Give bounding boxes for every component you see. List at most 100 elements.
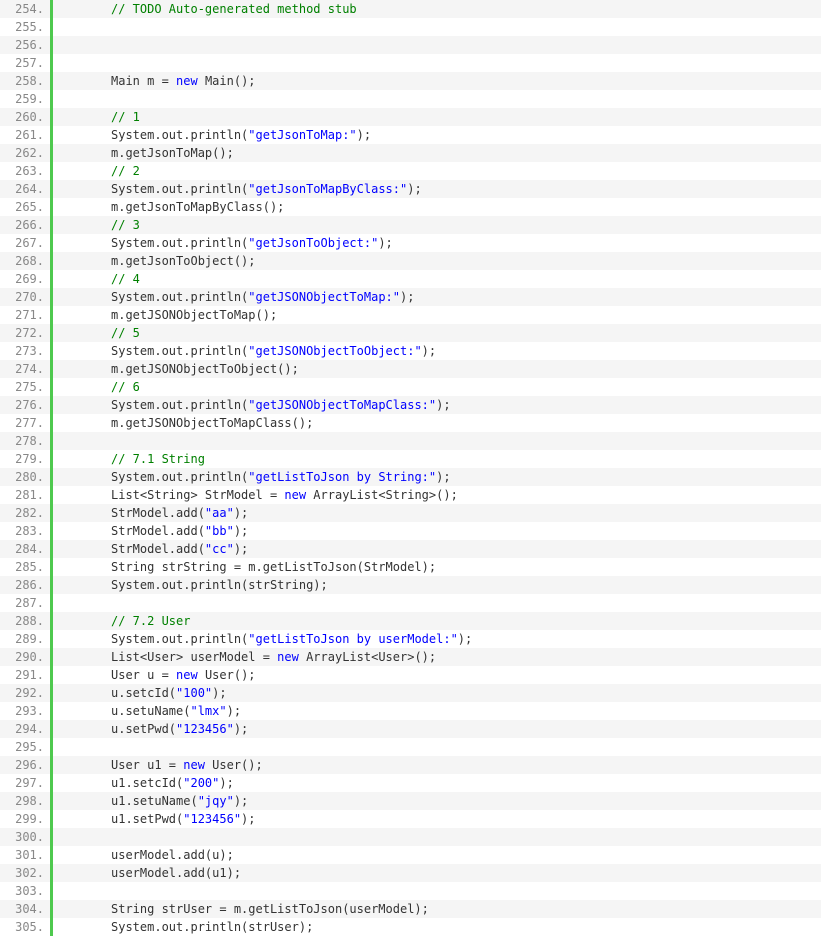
line-number: 254. bbox=[0, 0, 50, 18]
line-number: 275. bbox=[0, 378, 50, 396]
code-line: 281.List<String> StrModel = new ArrayLis… bbox=[0, 486, 821, 504]
code-line: 293.u.setuName("lmx"); bbox=[0, 702, 821, 720]
code-line: 273.System.out.println("getJSONObjectToO… bbox=[0, 342, 821, 360]
line-number: 283. bbox=[0, 522, 50, 540]
line-number: 291. bbox=[0, 666, 50, 684]
line-number: 268. bbox=[0, 252, 50, 270]
code-text bbox=[53, 828, 118, 846]
code-text bbox=[53, 54, 118, 72]
code-text: // 7.2 User bbox=[53, 612, 190, 630]
code-text: System.out.println("getListToJson by use… bbox=[53, 630, 472, 648]
line-number: 287. bbox=[0, 594, 50, 612]
line-number: 278. bbox=[0, 432, 50, 450]
code-text: u.setPwd("123456"); bbox=[53, 720, 248, 738]
code-text: System.out.println("getJSONObjectToMap:"… bbox=[53, 288, 414, 306]
line-number: 280. bbox=[0, 468, 50, 486]
line-number: 276. bbox=[0, 396, 50, 414]
code-text bbox=[53, 882, 118, 900]
line-number: 260. bbox=[0, 108, 50, 126]
code-text: System.out.println("getJsonToObject:"); bbox=[53, 234, 393, 252]
code-line: 296.User u1 = new User(); bbox=[0, 756, 821, 774]
line-number: 258. bbox=[0, 72, 50, 90]
code-line: 271.m.getJSONObjectToMap(); bbox=[0, 306, 821, 324]
code-text: m.getJsonToObject(); bbox=[53, 252, 256, 270]
code-line: 261.System.out.println("getJsonToMap:"); bbox=[0, 126, 821, 144]
code-line: 270.System.out.println("getJSONObjectToM… bbox=[0, 288, 821, 306]
line-number: 296. bbox=[0, 756, 50, 774]
code-line: 255. bbox=[0, 18, 821, 36]
code-line: 265.m.getJsonToMapByClass(); bbox=[0, 198, 821, 216]
line-number: 292. bbox=[0, 684, 50, 702]
code-line: 269.// 4 bbox=[0, 270, 821, 288]
line-number: 263. bbox=[0, 162, 50, 180]
code-text bbox=[53, 594, 118, 612]
code-line: 294.u.setPwd("123456"); bbox=[0, 720, 821, 738]
line-number: 259. bbox=[0, 90, 50, 108]
code-line: 280.System.out.println("getListToJson by… bbox=[0, 468, 821, 486]
line-number: 288. bbox=[0, 612, 50, 630]
code-line: 279.// 7.1 String bbox=[0, 450, 821, 468]
line-number: 257. bbox=[0, 54, 50, 72]
line-number: 305. bbox=[0, 918, 50, 936]
code-text: User u1 = new User(); bbox=[53, 756, 263, 774]
code-text: String strString = m.getListToJson(StrMo… bbox=[53, 558, 436, 576]
code-line: 267.System.out.println("getJsonToObject:… bbox=[0, 234, 821, 252]
code-line: 259. bbox=[0, 90, 821, 108]
line-number: 304. bbox=[0, 900, 50, 918]
code-line: 291.User u = new User(); bbox=[0, 666, 821, 684]
line-number: 273. bbox=[0, 342, 50, 360]
code-text bbox=[53, 90, 118, 108]
line-number: 285. bbox=[0, 558, 50, 576]
code-line: 275.// 6 bbox=[0, 378, 821, 396]
code-line: 304.String strUser = m.getListToJson(use… bbox=[0, 900, 821, 918]
code-text: System.out.println(strString); bbox=[53, 576, 328, 594]
code-text bbox=[53, 738, 118, 756]
code-line: 286.System.out.println(strString); bbox=[0, 576, 821, 594]
line-number: 302. bbox=[0, 864, 50, 882]
code-text: // 6 bbox=[53, 378, 140, 396]
code-line: 299.u1.setPwd("123456"); bbox=[0, 810, 821, 828]
code-text: u1.setuName("jqy"); bbox=[53, 792, 248, 810]
code-line: 278. bbox=[0, 432, 821, 450]
code-text: List<User> userModel = new ArrayList<Use… bbox=[53, 648, 436, 666]
line-number: 293. bbox=[0, 702, 50, 720]
line-number: 298. bbox=[0, 792, 50, 810]
code-line: 274.m.getJSONObjectToObject(); bbox=[0, 360, 821, 378]
code-text: m.getJSONObjectToObject(); bbox=[53, 360, 299, 378]
code-line: 257. bbox=[0, 54, 821, 72]
code-line: 302.userModel.add(u1); bbox=[0, 864, 821, 882]
code-text bbox=[53, 432, 118, 450]
code-line: 298.u1.setuName("jqy"); bbox=[0, 792, 821, 810]
code-line: 283.StrModel.add("bb"); bbox=[0, 522, 821, 540]
code-text: String strUser = m.getListToJson(userMod… bbox=[53, 900, 429, 918]
line-number: 271. bbox=[0, 306, 50, 324]
line-number: 290. bbox=[0, 648, 50, 666]
code-text: StrModel.add("aa"); bbox=[53, 504, 248, 522]
line-number: 284. bbox=[0, 540, 50, 558]
code-text: m.getJsonToMap(); bbox=[53, 144, 234, 162]
code-container: 254.// TODO Auto-generated method stub25… bbox=[0, 0, 821, 936]
code-text: u1.setcId("200"); bbox=[53, 774, 234, 792]
code-line: 287. bbox=[0, 594, 821, 612]
code-line: 262.m.getJsonToMap(); bbox=[0, 144, 821, 162]
code-line: 301.userModel.add(u); bbox=[0, 846, 821, 864]
line-number: 282. bbox=[0, 504, 50, 522]
code-text: // 2 bbox=[53, 162, 140, 180]
code-text: StrModel.add("bb"); bbox=[53, 522, 248, 540]
code-line: 282.StrModel.add("aa"); bbox=[0, 504, 821, 522]
code-text: // 5 bbox=[53, 324, 140, 342]
line-number: 264. bbox=[0, 180, 50, 198]
code-line: 264.System.out.println("getJsonToMapByCl… bbox=[0, 180, 821, 198]
code-text: // 4 bbox=[53, 270, 140, 288]
code-text: System.out.println("getJsonToMap:"); bbox=[53, 126, 371, 144]
line-number: 303. bbox=[0, 882, 50, 900]
line-number: 301. bbox=[0, 846, 50, 864]
code-line: 288.// 7.2 User bbox=[0, 612, 821, 630]
line-number: 265. bbox=[0, 198, 50, 216]
line-number: 270. bbox=[0, 288, 50, 306]
code-line: 300. bbox=[0, 828, 821, 846]
code-line: 289.System.out.println("getListToJson by… bbox=[0, 630, 821, 648]
code-text: StrModel.add("cc"); bbox=[53, 540, 248, 558]
code-line: 284.StrModel.add("cc"); bbox=[0, 540, 821, 558]
code-text: List<String> StrModel = new ArrayList<St… bbox=[53, 486, 458, 504]
